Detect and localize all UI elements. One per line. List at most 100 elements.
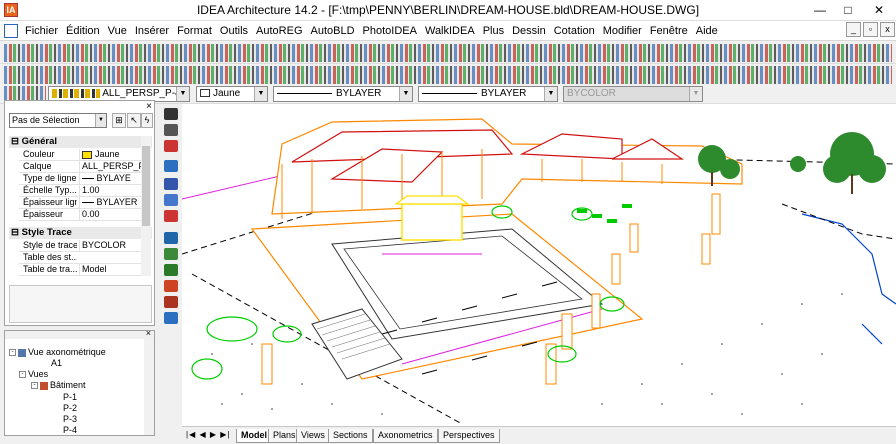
panel-close-button[interactable]: × bbox=[146, 101, 152, 112]
menu-fichier[interactable]: Fichier bbox=[21, 22, 62, 40]
collapse-icon: ⊟ bbox=[11, 227, 22, 238]
properties-panel: × Pas de Sélection ▼ ⊞ ↖ ϟ ⊟ Général Coul… bbox=[4, 100, 155, 326]
tool-icon[interactable] bbox=[164, 160, 178, 172]
menu-modifier[interactable]: Modifier bbox=[599, 22, 646, 40]
doc-close-button[interactable]: x bbox=[880, 22, 895, 37]
menu-dessin[interactable]: Dessin bbox=[508, 22, 550, 40]
menu-format[interactable]: Format bbox=[173, 22, 216, 40]
close-button[interactable]: ✕ bbox=[862, 0, 896, 21]
doc-restore-button[interactable]: ▫ bbox=[863, 22, 878, 37]
blue-contour bbox=[801, 213, 896, 305]
menu-aide[interactable]: Aide bbox=[692, 22, 722, 40]
pavilion-roof bbox=[394, 195, 470, 205]
tree-item[interactable]: P-2 bbox=[63, 403, 77, 413]
document-icon[interactable] bbox=[4, 23, 18, 38]
drawing-viewport[interactable] bbox=[182, 104, 896, 426]
minimize-button[interactable]: — bbox=[806, 0, 834, 21]
tree-item[interactable]: - Bâtiment bbox=[31, 380, 86, 390]
building-icon bbox=[40, 381, 48, 390]
tool-icon[interactable] bbox=[164, 232, 178, 244]
menu-walkidea[interactable]: WalkIDEA bbox=[421, 22, 479, 40]
section-style-trace[interactable]: ⊟ Style Trace bbox=[9, 227, 152, 239]
prop-row[interactable]: Table de tra... Model bbox=[19, 264, 142, 276]
tab-views[interactable]: Views bbox=[296, 429, 330, 443]
app-icon[interactable]: IA bbox=[4, 3, 18, 17]
tool-icon[interactable] bbox=[164, 124, 178, 136]
color-select[interactable]: Jaune ▼ bbox=[196, 86, 268, 102]
menu-bar: Fichier Édition Vue Insérer Format Outil… bbox=[0, 21, 896, 41]
prop-row[interactable]: Style de trace BYCOLOR bbox=[19, 240, 142, 252]
chevron-down-icon: ▼ bbox=[254, 87, 267, 101]
menu-edition[interactable]: Édition bbox=[62, 22, 104, 40]
project-tree-panel: × - Vue axonométrique A1 - Vues - Bâtiment … bbox=[4, 328, 155, 436]
select-objects-icon[interactable]: ↖ bbox=[127, 113, 141, 128]
expand-icon[interactable]: - bbox=[19, 371, 26, 379]
layer-state-icons bbox=[52, 88, 100, 98]
tool-icon[interactable] bbox=[164, 296, 178, 308]
toggle-pickadd-icon[interactable]: ϟ bbox=[141, 113, 153, 128]
prop-row[interactable]: Calque ALL_PERSP_P-4 bbox=[19, 161, 142, 173]
menu-autobld[interactable]: AutoBLD bbox=[307, 22, 359, 40]
tree-item[interactable]: P-3 bbox=[63, 414, 77, 424]
tree-close-button[interactable]: × bbox=[146, 328, 151, 338]
tree-item[interactable]: - Vues bbox=[19, 369, 48, 379]
maximize-button[interactable]: □ bbox=[834, 0, 862, 21]
window-title: IDEA Architecture 14.2 - [F:\tmp\PENNY\B… bbox=[196, 3, 700, 17]
tab-navigation-buttons[interactable]: |◀ ◀ ▶ ▶| bbox=[186, 430, 230, 439]
prop-row[interactable]: Couleur Jaune bbox=[19, 149, 142, 161]
tab-axonometrics[interactable]: Axonometrics bbox=[373, 429, 438, 443]
lineweight-select[interactable]: BYLAYER ▼ bbox=[418, 86, 558, 102]
prop-row[interactable]: Échelle Typ... 1.00 bbox=[19, 185, 142, 197]
plotstyle-select: BYCOLOR ▼ bbox=[563, 86, 703, 102]
expand-icon[interactable]: - bbox=[9, 349, 16, 357]
window-controls: — □ ✕ bbox=[806, 0, 896, 21]
tool-icon[interactable] bbox=[164, 210, 178, 222]
color-swatch bbox=[82, 150, 92, 159]
menu-autoreg[interactable]: AutoREG bbox=[252, 22, 306, 40]
tab-model[interactable]: Model bbox=[236, 429, 272, 443]
menu-fenetre[interactable]: Fenêtre bbox=[646, 22, 692, 40]
prop-key: Couleur bbox=[23, 149, 55, 159]
prop-value: BYLAYE bbox=[79, 173, 142, 184]
tool-icon[interactable] bbox=[164, 178, 178, 190]
quick-select-icon[interactable]: ⊞ bbox=[112, 113, 126, 128]
section-general[interactable]: ⊟ Général bbox=[9, 136, 152, 148]
toolbar-icons[interactable] bbox=[4, 44, 892, 62]
tool-icon[interactable] bbox=[164, 280, 178, 292]
tree-item[interactable]: A1 bbox=[51, 358, 62, 368]
tree-item[interactable]: P-4 bbox=[63, 425, 77, 435]
tab-perspectives[interactable]: Perspectives bbox=[438, 429, 500, 443]
tree-scrollbar[interactable] bbox=[144, 339, 154, 435]
prop-row[interactable]: Épaisseur 0.00 bbox=[19, 209, 142, 221]
menu-inserer[interactable]: Insérer bbox=[131, 22, 173, 40]
tree-item[interactable]: P-1 bbox=[63, 392, 77, 402]
prop-row[interactable]: Table des st... bbox=[19, 252, 142, 264]
standard-toolbar bbox=[0, 42, 896, 64]
tab-sections[interactable]: Sections bbox=[328, 429, 373, 443]
description-box bbox=[9, 285, 152, 323]
prop-key: Table des st... bbox=[23, 252, 77, 262]
menu-cotation[interactable]: Cotation bbox=[550, 22, 599, 40]
linetype-select[interactable]: BYLAYER ▼ bbox=[273, 86, 413, 102]
scrollbar-thumb[interactable] bbox=[142, 146, 150, 226]
tool-icon[interactable] bbox=[164, 248, 178, 260]
tool-icon[interactable] bbox=[164, 264, 178, 276]
menu-plus[interactable]: Plus bbox=[479, 22, 508, 40]
properties-scrollbar[interactable] bbox=[141, 136, 151, 276]
expand-icon[interactable]: - bbox=[31, 382, 38, 390]
tool-icon[interactable] bbox=[164, 140, 178, 152]
prop-row[interactable]: Épaisseur ligne BYLAYER bbox=[19, 197, 142, 209]
vertical-toolbar bbox=[160, 104, 182, 434]
doc-minimize-button[interactable]: _ bbox=[846, 22, 861, 37]
prop-row[interactable]: Type de ligne BYLAYE bbox=[19, 173, 142, 185]
tool-icon[interactable] bbox=[164, 108, 178, 120]
tool-icon[interactable] bbox=[164, 312, 178, 324]
tree-item[interactable]: - Vue axonométrique bbox=[9, 347, 106, 357]
architecture-toolbar bbox=[0, 64, 896, 86]
menu-vue[interactable]: Vue bbox=[104, 22, 131, 40]
menu-outils[interactable]: Outils bbox=[216, 22, 252, 40]
selection-select[interactable]: Pas de Sélection ▼ bbox=[9, 113, 107, 128]
tool-icon[interactable] bbox=[164, 194, 178, 206]
toolbar-icons[interactable] bbox=[4, 66, 892, 84]
menu-photoidea[interactable]: PhotoIDEA bbox=[359, 22, 421, 40]
